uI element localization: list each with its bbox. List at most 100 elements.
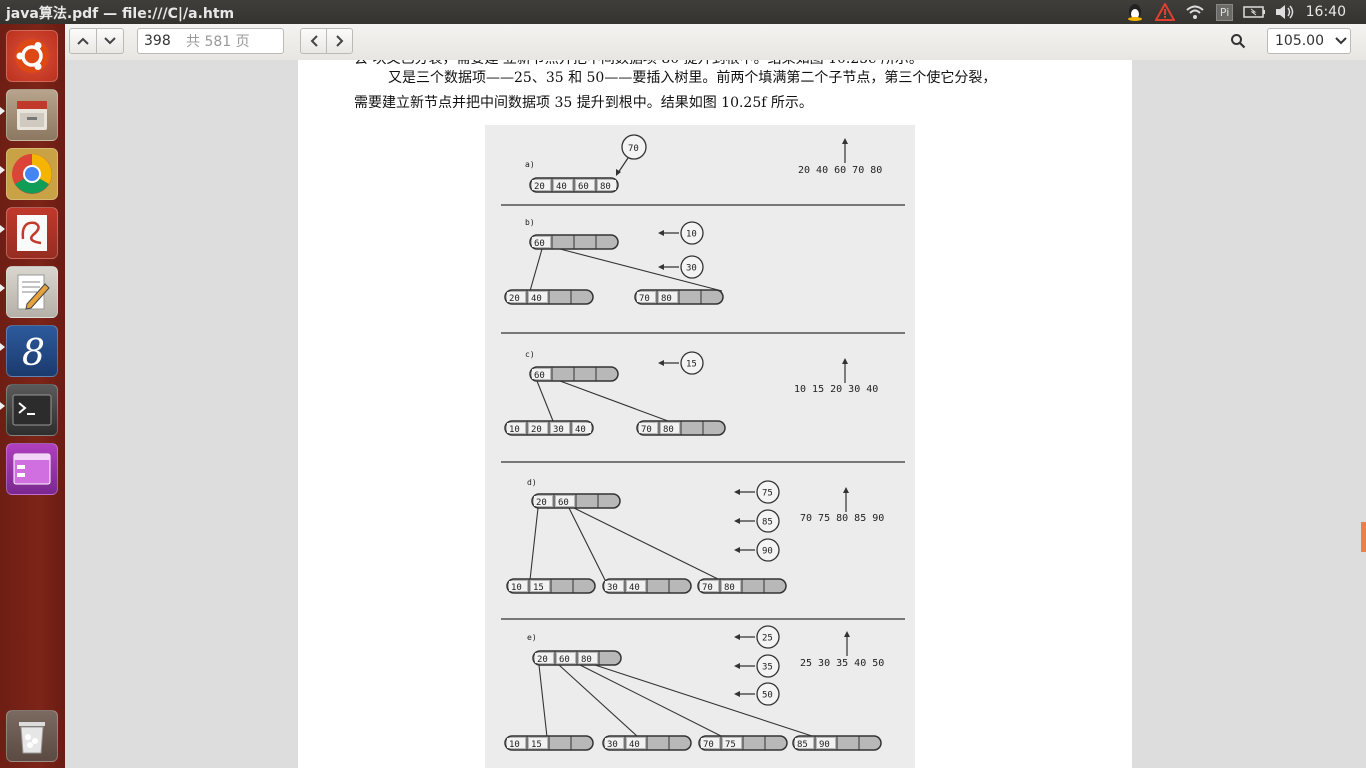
libreoffice-button[interactable]: 8 [6,325,58,377]
search-button[interactable] [1224,28,1252,54]
section-label: e) [527,633,537,642]
node-key: 10 [509,425,520,435]
node-key: 60 [558,498,569,508]
node-key: 40 [556,182,567,192]
node-key: 40 [629,740,640,750]
libreoffice-icon: 8 [22,333,45,371]
history-back-button[interactable] [300,28,327,54]
section-label: d) [527,478,537,487]
node-key: 40 [531,294,542,304]
arrow-head [734,691,740,697]
text-line: 又是三个数据项——25、35 和 50——要插入树里。前两个填满第二个子节点，第… [388,70,997,86]
node-key: 80 [724,583,735,593]
text-line: 需要建立新节点并把中间数据项 35 提升到根中。结果如图 10.25f 所示。 [354,95,813,111]
pinyin-icon[interactable]: Pi [1210,0,1240,24]
node-key: 80 [581,655,592,665]
text-editor-icon [17,274,50,310]
node-key: 70 [641,425,652,435]
zoom-value[interactable]: 105.00 [1275,33,1333,49]
node-key: 90 [819,740,830,750]
node-key: 80 [663,425,674,435]
arrow-head [843,487,849,493]
split-sequence: 10 15 20 30 40 [794,384,878,395]
node-key: 30 [607,740,618,750]
ubuntu-dash-button[interactable] [6,30,58,82]
svg-text:8: 8 [22,333,45,371]
chevron-up-icon [77,37,89,45]
running-indicator [0,166,5,174]
arrow-head [658,264,664,270]
terminal-icon [12,394,52,426]
running-indicator [0,225,5,233]
clock[interactable]: 16:40 [1300,4,1366,20]
node-key: 60 [578,182,589,192]
node-key: 15 [531,740,542,750]
pdf-toolbar: 398 共 581 页 105.00 [65,24,1366,61]
ubuntu-logo-icon [15,39,49,73]
tree-link [538,664,548,738]
node-key: 60 [534,371,545,381]
qq-icon[interactable] [1120,0,1150,24]
app-window-icon [13,453,51,485]
insert-key: 35 [762,663,773,673]
arrow-head [658,360,664,366]
launcher: 8 [0,24,66,768]
page-number-field[interactable]: 398 共 581 页 [137,28,284,54]
node-key: 20 [534,182,545,192]
next-page-button[interactable] [96,28,124,54]
file-cabinet-icon [17,101,47,130]
warning-icon[interactable] [1150,0,1180,24]
arrow-head [842,138,848,144]
volume-icon[interactable] [1270,0,1300,24]
app-window-button[interactable] [6,443,58,495]
text-editor-button[interactable] [6,266,58,318]
insert-key: 50 [762,691,773,701]
history-forward-button[interactable] [326,28,353,54]
insert-key: 10 [686,230,697,240]
chevron-down-icon [104,37,116,45]
chrome-button[interactable] [6,148,58,200]
node-key: 70 [703,740,714,750]
zoom-select[interactable]: 105.00 [1267,28,1351,54]
insert-key: 30 [686,264,697,274]
tree-link [573,507,721,581]
document-viewer-button[interactable] [6,207,58,259]
node-key: 15 [533,583,544,593]
node-key: 10 [511,583,522,593]
section-label: a) [525,160,535,169]
insert-key: 75 [762,489,773,499]
tree-link [559,380,669,422]
tree-link [579,664,724,738]
running-indicator [0,284,5,292]
top-panel: java算法.pdf — file:///C|/a.htm Pi 16:40 [0,0,1366,24]
files-button[interactable] [6,89,58,141]
split-sequence: 20 40 60 70 80 [798,165,882,176]
battery-icon[interactable] [1240,0,1270,24]
arrow-head [844,631,850,637]
tree-link [529,248,543,292]
node-key: 80 [661,294,672,304]
node-key: 20 [531,425,542,435]
insert-key: 85 [762,518,773,528]
tree-link [568,507,606,581]
node-key: 20 [537,655,548,665]
insert-key: 70 [628,144,639,154]
arrow-head [734,634,740,640]
document-area[interactable]: 会 块又已分裂，需要建 立新节点并把中间数据项 80 提升到根中。结果如图 10… [65,60,1366,768]
arrow-head [734,663,740,669]
node-key: 20 [509,294,520,304]
chevron-down-icon [1335,37,1347,45]
search-icon [1231,34,1246,49]
arrow-head [658,230,664,236]
insert-arrow [617,157,629,174]
terminal-button[interactable] [6,384,58,436]
current-page-number[interactable]: 398 [138,33,186,49]
running-indicator [0,343,5,351]
previous-page-button[interactable] [69,28,97,54]
window-title: java算法.pdf — file:///C|/a.htm [6,6,235,22]
scroll-position-marker[interactable] [1361,522,1366,552]
tree-link [536,380,554,422]
split-sequence: 25 30 35 40 50 [800,658,884,669]
trash-button[interactable] [6,710,58,762]
wifi-icon[interactable] [1180,0,1210,24]
